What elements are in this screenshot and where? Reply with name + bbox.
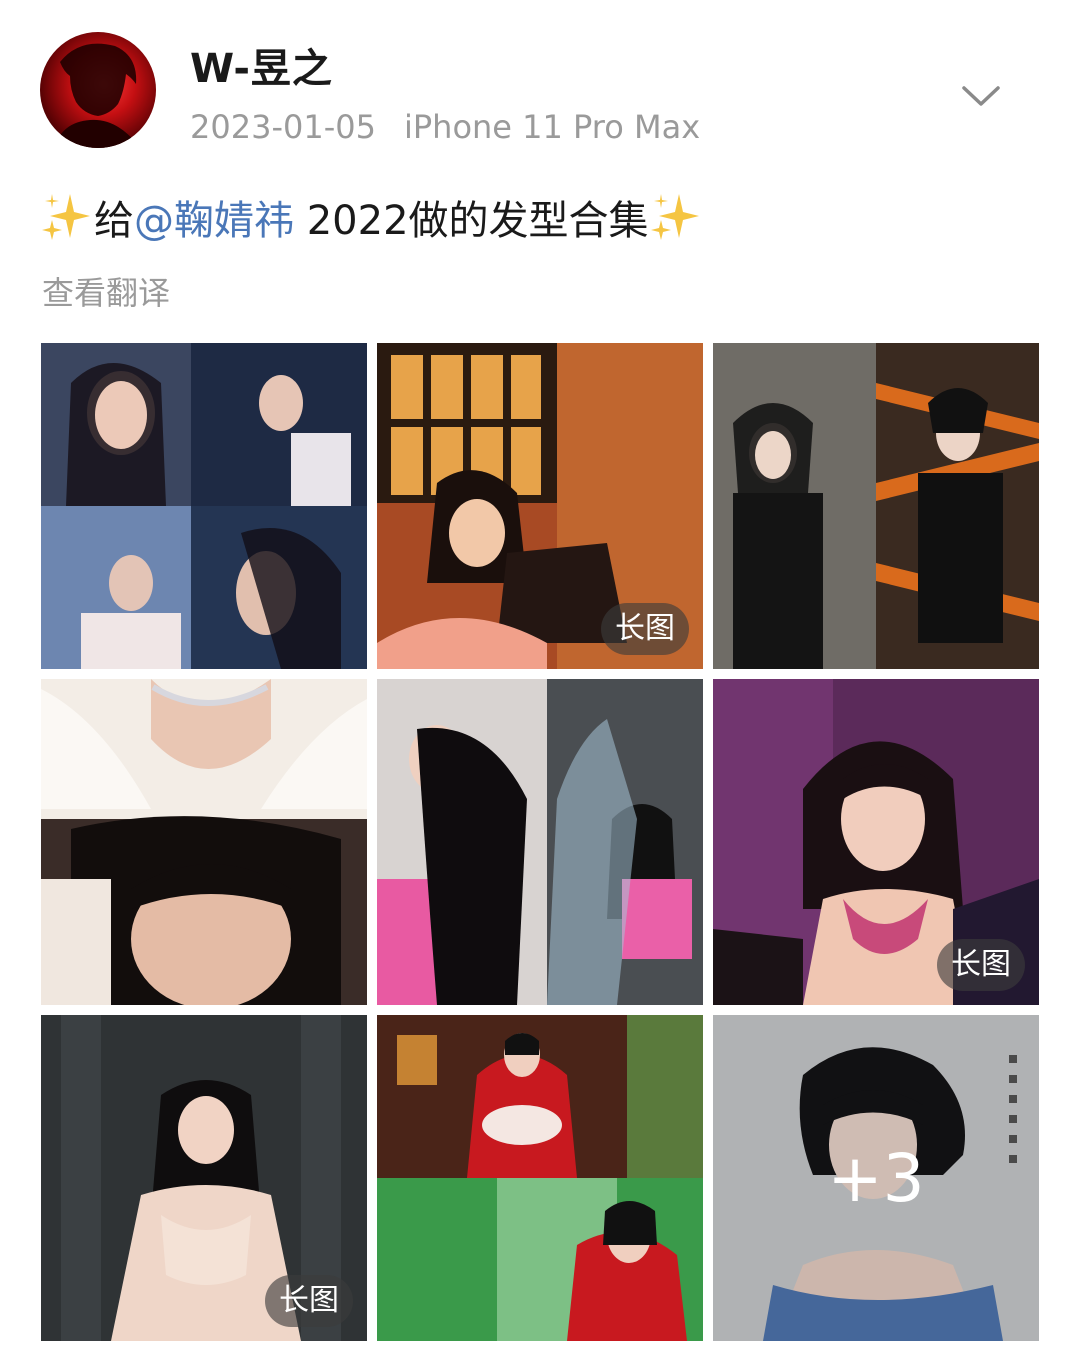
photo-thumbnail[interactable] xyxy=(377,679,703,1005)
weibo-post: W-昱之 2023-01-05 iPhone 11 Pro Max 给@鞠婧祎 2… xyxy=(0,0,1080,1349)
sparkles-icon xyxy=(650,194,699,240)
chevron-down-icon[interactable] xyxy=(958,76,1004,116)
username[interactable]: W-昱之 xyxy=(190,36,333,94)
more-photos-overlay[interactable]: +3 xyxy=(713,1015,1039,1341)
photo-thumbnail[interactable] xyxy=(377,1015,703,1341)
translate-link[interactable]: 查看翻译 xyxy=(42,268,170,314)
photo-thumbnail[interactable]: 长图 xyxy=(41,1015,367,1341)
long-image-badge: 长图 xyxy=(265,1275,353,1327)
post-meta: 2023-01-05 iPhone 11 Pro Max xyxy=(190,108,700,146)
user-avatar[interactable] xyxy=(40,32,156,148)
photo-grid: 长图 长图 长图 +3 xyxy=(41,343,1039,1341)
photo-thumbnail[interactable]: +3 xyxy=(713,1015,1039,1341)
long-image-badge: 长图 xyxy=(937,939,1025,991)
long-image-badge: 长图 xyxy=(601,603,689,655)
photo-image xyxy=(713,343,1039,669)
mention-link[interactable]: @鞠婧祎 xyxy=(134,198,294,244)
photo-image xyxy=(41,343,367,669)
post-device: iPhone 11 Pro Max xyxy=(403,108,701,146)
post-date: 2023-01-05 xyxy=(190,108,376,146)
post-text-prefix: 给 xyxy=(94,198,134,244)
photo-image xyxy=(41,679,367,1005)
photo-image xyxy=(377,1015,703,1341)
post-text-suffix: 2022做的发型合集 xyxy=(294,198,649,244)
sparkles-icon xyxy=(42,194,90,240)
photo-thumbnail[interactable] xyxy=(713,343,1039,669)
photo-image xyxy=(377,679,703,1005)
photo-thumbnail[interactable]: 长图 xyxy=(713,679,1039,1005)
photo-thumbnail[interactable]: 长图 xyxy=(377,343,703,669)
photo-thumbnail[interactable] xyxy=(41,679,367,1005)
post-text: 给@鞠婧祎 2022做的发型合集 xyxy=(40,190,703,251)
photo-thumbnail[interactable] xyxy=(41,343,367,669)
